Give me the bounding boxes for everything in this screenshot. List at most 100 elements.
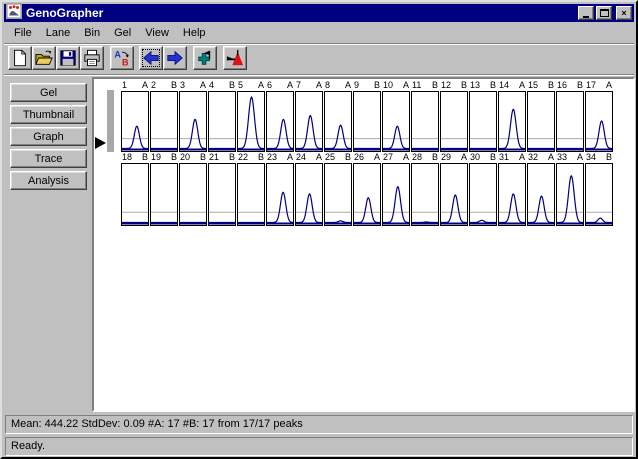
sidebar-button-analysis[interactable]: Analysis [10, 171, 87, 190]
toolbar-content-divider [4, 74, 634, 76]
lane-number: 24 [296, 153, 306, 162]
lane-label-1: 1A [121, 81, 149, 90]
lane-trace-panel-3[interactable] [179, 91, 207, 152]
lane-allele: B [577, 81, 583, 90]
lane-trace-panel-5[interactable] [237, 91, 265, 152]
lane-trace-panel-17[interactable] [585, 91, 613, 152]
lane-cell-19: 19 B [150, 153, 178, 226]
lane-label-28: 28B [411, 153, 439, 162]
menu-item-bin[interactable]: Bin [77, 25, 107, 41]
lane-trace-panel-26[interactable] [353, 163, 381, 226]
window-title: GenoGrapher [26, 6, 576, 20]
lane-cell-22: 22B [237, 153, 265, 226]
lane-trace-panel-27[interactable] [382, 163, 410, 226]
lane-trace-panel-28[interactable] [411, 163, 439, 226]
lane-cell-20: 20B [179, 153, 207, 226]
lane-cell-31: 31A [498, 153, 526, 226]
new-document-button[interactable] [8, 46, 32, 70]
print-button[interactable] [80, 46, 104, 70]
lane-label-21: 21B [208, 153, 236, 162]
lane-cell-34: 34B [585, 153, 613, 226]
menu-item-lane[interactable]: Lane [39, 25, 77, 41]
lane-allele: A [345, 81, 351, 90]
bin-marker-button[interactable] [223, 46, 247, 70]
lane-trace-panel-34[interactable] [585, 163, 613, 226]
lane-cell-1: 1A [121, 81, 149, 152]
arrow-right-button[interactable] [163, 46, 187, 70]
close-button[interactable]: × [616, 6, 632, 20]
lane-number: 27 [383, 153, 393, 162]
menu-bar: FileLaneBinGelViewHelp [4, 23, 634, 42]
lane-trace-panel-33[interactable] [556, 163, 584, 226]
lane-label-32: 32A [527, 153, 555, 162]
lane-number: 32 [528, 153, 538, 162]
threshold-slider-track[interactable] [107, 90, 114, 152]
lane-allele: A [374, 153, 380, 162]
lane-trace-panel-22[interactable] [237, 163, 265, 226]
add-marker-icon [196, 49, 214, 67]
lane-trace-panel-23[interactable] [266, 163, 294, 226]
lane-label-24: 24A [295, 153, 323, 162]
lane-trace-panel-18[interactable] [121, 163, 149, 226]
sidebar-button-gel[interactable]: Gel [10, 83, 87, 102]
arrow-left-button[interactable] [139, 46, 163, 70]
menu-item-view[interactable]: View [138, 25, 176, 41]
threshold-slider-handle[interactable] [95, 137, 106, 149]
lane-trace-panel-6[interactable] [266, 91, 294, 152]
menu-item-gel[interactable]: Gel [107, 25, 138, 41]
lane-trace-panel-29[interactable] [440, 163, 468, 226]
save-button[interactable] [56, 46, 80, 70]
lane-number: 19 [151, 153, 161, 162]
lane-cell-25: 25B [324, 153, 352, 226]
sidebar-button-trace[interactable]: Trace [10, 149, 87, 168]
lane-cell-7: 7A [295, 81, 323, 152]
maximize-button[interactable] [596, 6, 612, 20]
lane-label-22: 22B [237, 153, 265, 162]
lane-trace-panel-7[interactable] [295, 91, 323, 152]
lane-trace-panel-4[interactable] [208, 91, 236, 152]
lane-trace-panel-8[interactable] [324, 91, 352, 152]
menu-item-file[interactable]: File [7, 25, 39, 41]
lane-trace-panel-32[interactable] [527, 163, 555, 226]
toolbar: AB [4, 45, 634, 74]
lane-number: 5 [238, 81, 243, 90]
lane-cell-23: 23A [266, 153, 294, 226]
sidebar-button-thumbnail[interactable]: Thumbnail [10, 105, 87, 124]
lane-trace-panel-21[interactable] [208, 163, 236, 226]
lane-trace-panel-31[interactable] [498, 163, 526, 226]
lane-trace-panel-30[interactable] [469, 163, 497, 226]
add-marker-button[interactable] [193, 46, 217, 70]
lane-label-5: 5A [237, 81, 265, 90]
lane-trace-panel-9[interactable] [353, 91, 381, 152]
lane-number: 4 [209, 81, 214, 90]
lane-cell-5: 5A [237, 81, 265, 152]
lane-trace-panel-13[interactable] [469, 91, 497, 152]
open-folder-button[interactable] [32, 46, 56, 70]
lane-allele: A [403, 81, 409, 90]
lane-trace-panel-24[interactable] [295, 163, 323, 226]
lane-trace-panel-2[interactable] [150, 91, 178, 152]
lane-trace-panel-19[interactable] [150, 163, 178, 226]
lane-trace-panel-14[interactable] [498, 91, 526, 152]
lane-number: 11 [412, 81, 421, 90]
lane-trace-panel-11[interactable] [411, 91, 439, 152]
lane-number: 15 [528, 81, 538, 90]
lane-allele: A [287, 81, 293, 90]
lane-label-18: 18B [121, 153, 149, 162]
lane-trace-panel-1[interactable] [121, 91, 149, 152]
sidebar-button-graph[interactable]: Graph [10, 127, 87, 146]
menu-item-help[interactable]: Help [176, 25, 213, 41]
lane-trace-panel-10[interactable] [382, 91, 410, 152]
lane-allele: A [142, 81, 148, 90]
lane-allele: B [171, 153, 177, 162]
lane-trace-panel-16[interactable] [556, 91, 584, 152]
lane-trace-panel-12[interactable] [440, 91, 468, 152]
lane-cell-32: 32A [527, 153, 555, 226]
lane-cell-8: 8A [324, 81, 352, 152]
lane-cell-13: 13B [469, 81, 497, 152]
rename-ab-button[interactable]: AB [110, 46, 134, 70]
lane-trace-panel-25[interactable] [324, 163, 352, 226]
lane-trace-panel-15[interactable] [527, 91, 555, 152]
lane-trace-panel-20[interactable] [179, 163, 207, 226]
minimize-button[interactable] [578, 6, 594, 20]
